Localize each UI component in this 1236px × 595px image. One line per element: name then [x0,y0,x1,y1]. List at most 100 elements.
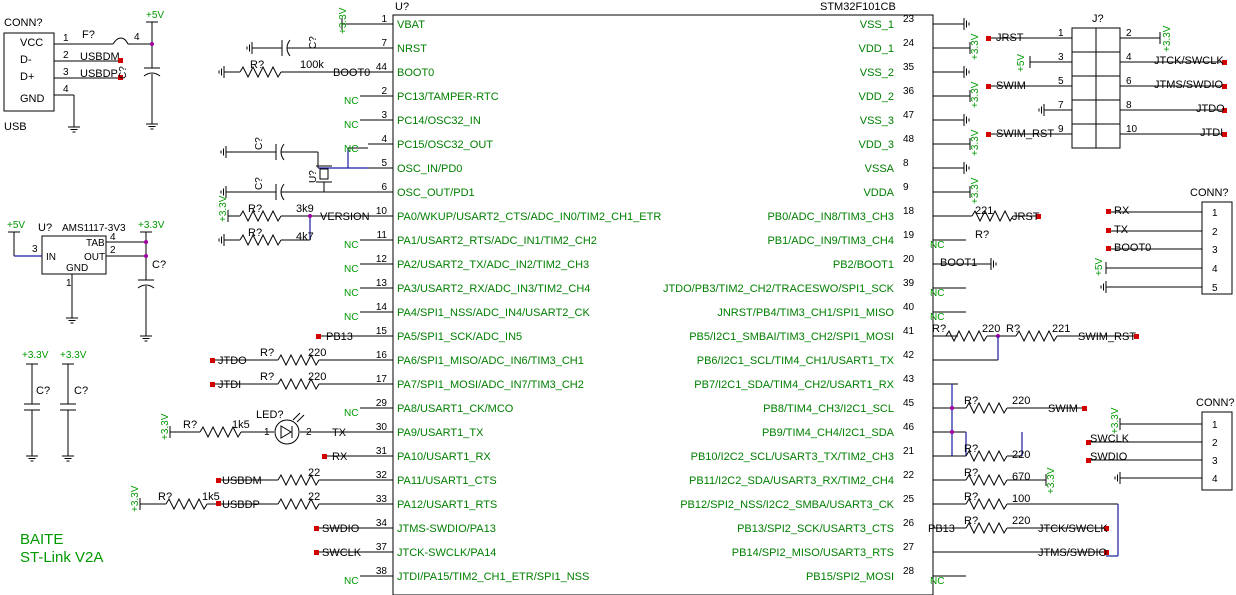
usb-net-dp: USBDP [80,68,118,80]
pa12-res-val: 22 [308,491,320,503]
vdd2-supply: +3.3V [970,81,981,108]
mcu-pin-name: PB13/SPI2_SCK/USART3_CTS [737,523,894,535]
jtag-net-5: SWIM [996,80,1026,92]
mcu-pin-number: 8 [903,158,909,169]
pa11-net: USBDM [222,475,262,487]
usb-pin-dm: D- [20,54,32,66]
mcu-pin-right: 40 JNRST/PB4/TIM3_CH1/SPI1_MISO [717,302,958,319]
nc-pa8: NC [344,408,358,419]
mcu-pin-left: 6 OSC_OUT/PD1 [368,182,475,199]
mcu-pin-right: 23 VSS_1 [860,14,958,31]
uart-net-3: BOOT0 [1114,242,1151,254]
mcu-pin-number: 31 [376,446,388,457]
mcu-pin-name: VSS_2 [860,67,894,79]
mcu-pin-number: 6 [381,182,387,193]
decap-b: C? [74,385,88,397]
mcu-pin-left: 38 JTDI/PA15/TIM2_CH1_ETR/SPI1_NSS [368,566,589,583]
title-line2: ST-Link V2A [20,549,103,566]
jtag-num-4: 4 [1126,52,1132,63]
mcu-pin-name: PB7/I2C1_SDA/TIM4_CH2/USART1_RX [694,379,894,391]
usb-num-3: 3 [63,67,69,78]
pb0-res-val: 221 [975,205,993,217]
mcu-pin-name: OSC_IN/PD0 [397,163,462,175]
mcu-pin-left: 7 NRST [368,38,427,55]
mcu-pin-number: 48 [903,134,915,145]
uart-pin-2: 2 [1212,227,1218,238]
mcu-pin-number: 16 [376,350,388,361]
ver-res-a-ref: R? [248,203,262,215]
swd-pin-1: 1 [1212,420,1218,431]
mcu-pin-number: 15 [376,326,388,337]
pb11-res-val: 670 [1012,471,1030,483]
mcu-pin-number: 37 [376,542,388,553]
usb-num-4: 4 [63,84,69,95]
mcu-pin-name: PA0/WKUP/USART2_CTS/ADC_IN0/TIM2_CH1_ETR [397,211,661,223]
pb12-res-val: 100 [1012,493,1030,505]
mcu-pin-right: 46 PB9/TIM4_CH4/I2C1_SDA [762,422,958,439]
mcu-pin-number: 28 [903,566,915,577]
mcu-pin-left: 5 OSC_IN/PD0 [368,158,462,175]
pb13-jtck: JTCK/SWCLK [1038,523,1108,535]
jtag-num-10: 10 [1126,124,1138,135]
mcu-pin-left: 12 PA2/USART2_TX/ADC_IN2/TIM2_CH3 [368,254,589,271]
pullup-supply: +3.3V [130,485,141,512]
mcu-pin-number: 40 [903,302,915,313]
mcu-pin-name: PA12/USART1_RTS [397,499,497,511]
pa7-res-ref: R? [260,371,274,383]
pullup-res-ref: R? [158,491,172,503]
mcu-pin-left: 32 PA11/USART1_CTS [368,470,497,487]
mcu-pin-number: 29 [376,398,388,409]
pb5-res-a-val: 220 [982,323,1000,335]
mcu-pin-name: PB6/I2C1_SCL/TIM4_CH1/USART1_TX [697,355,895,367]
uart-connector: CONN? RX 1 TX 2 BOOT0 3 +5V 4 5 [1094,187,1233,295]
usb-label: USB [4,121,27,133]
uart-net-2: TX [1114,224,1129,236]
nc-pc15: NC [344,144,358,155]
nc-pc13: NC [344,96,358,107]
mcu-pin-name: PB2/BOOT1 [833,259,894,271]
ver-supply: +3.3V [218,195,229,222]
pb8-net: SWIM [1048,403,1078,415]
pb5-res-b-ref: R? [1006,323,1020,335]
mcu-pin-name: PB12/SPI2_NSS/I2C2_SMBA/USART3_CK [680,499,894,511]
mcu-pin-left: 33 PA12/USART1_RTS [368,494,497,511]
mcu-pin-number: 9 [903,182,909,193]
mcu-pin-number: 25 [903,494,915,505]
mcu-left-pins: 1 VBAT 7 NRST 44 BOOT0 2 PC13/TAMPER-RTC 3 PC14/O… [368,14,661,583]
jtag-num-7: 7 [1058,100,1064,111]
mcu-pin-right: 47 VSS_3 [860,110,958,127]
mcu-pin-right: 18 PB0/ADC_IN8/TIM3_CH3 [767,206,958,223]
mcu-pin-number: 33 [376,494,388,505]
mcu-pin-right: 45 PB8/TIM4_CH3/I2C1_SCL [763,398,958,415]
mcu-pin-name: PA5/SPI1_SCK/ADC_IN5 [397,331,522,343]
mcu-pin-left: 1 VBAT [368,14,425,31]
mcu-pin-number: 18 [903,206,915,217]
usb-connector: CONN? VCC D- D+ GND USB 1 2 3 4 F? 4 USB… [3,10,164,133]
uart-net-1: RX [1114,205,1130,217]
ver-res-b-val: 4k7 [296,231,314,243]
right-passives: +3.3V +3.3V +3.3V +3.3V 221 R? JRST NC B… [928,17,1139,587]
nrst-cap: C? [308,36,319,49]
mcu-pin-name: VDD_2 [859,91,894,103]
decoupling-caps: +3.3V C? +3.3V C? [22,350,88,462]
jtag-num-2: 2 [1126,28,1132,39]
reg-num-out: 2 [110,245,116,256]
jtag-num-3: 3 [1058,52,1064,63]
led-res-val: 1k5 [232,419,250,431]
mcu-pin-number: 42 [903,350,915,361]
mcu-pin-right: 27 PB14/SPI2_MISO/USART3_RTS [732,542,958,559]
nc-pb3: NC [930,288,944,299]
jtag-header: J? JRST 1 +5V 3 SWIM 5 7 SWIM_RST 9 +3.3… [986,13,1227,149]
jtag-num-1: 1 [1058,28,1064,39]
mcu-pin-number: 34 [376,518,388,529]
mcu-pin-left: 3 PC14/OSC32_IN [368,110,481,127]
boot0-net: BOOT0 [333,67,370,79]
jtag-net-6: JTMS/SWDIO [1154,79,1223,91]
mcu-pin-number: 5 [381,158,387,169]
mcu-pin-right: 41 PB5/I2C1_SMBAI/TIM3_CH2/SPI1_MOSI [689,326,958,343]
mcu-pin-number: 27 [903,542,915,553]
pa6-net: JTDO [218,355,247,367]
vdd1-supply: +3.3V [970,33,981,60]
usb-pin-gnd: GND [20,93,45,105]
mcu-pin-number: 2 [381,86,387,97]
